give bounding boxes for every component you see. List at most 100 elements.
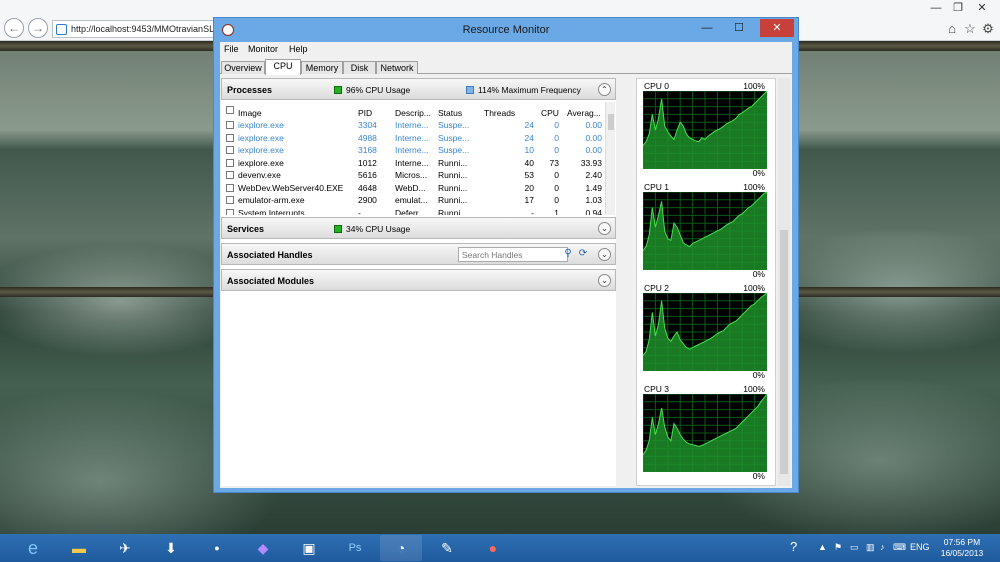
minimize-button[interactable]: — bbox=[692, 19, 722, 37]
amd-app-icon[interactable]: ● bbox=[196, 535, 238, 561]
menu-monitor[interactable]: Monitor bbox=[248, 44, 278, 54]
speaker-icon[interactable]: ♪ bbox=[880, 542, 885, 552]
scrollbar-thumb[interactable] bbox=[780, 230, 788, 474]
column-header-average[interactable]: Averag... bbox=[567, 108, 601, 118]
select-all-checkbox[interactable] bbox=[226, 106, 234, 114]
row-checkbox[interactable] bbox=[226, 208, 234, 215]
expand-chevron-down-icon[interactable]: ⌄ bbox=[598, 248, 611, 261]
home-icon[interactable]: ⌂ bbox=[944, 21, 960, 37]
table-cell: iexplore.exe bbox=[238, 157, 284, 168]
flag-icon[interactable]: ⚑ bbox=[834, 542, 842, 553]
table-row[interactable]: iexplore.exe 1012 Interne... Runni... 40 73 33… bbox=[221, 157, 605, 170]
table-cell: 3168 bbox=[358, 145, 377, 155]
tab-network[interactable]: Network bbox=[376, 61, 418, 74]
collapse-chevron-up-icon[interactable]: ⌃ bbox=[598, 83, 611, 96]
browser-minimize-icon[interactable]: — bbox=[924, 0, 948, 16]
scrollbar-thumb[interactable] bbox=[608, 114, 614, 130]
row-checkbox[interactable] bbox=[226, 146, 234, 154]
display-icon[interactable]: ▭ bbox=[850, 542, 859, 553]
forward-icon[interactable]: → bbox=[28, 18, 48, 38]
keyboard-icon[interactable]: ⌨ bbox=[893, 542, 906, 553]
paint-app-icon[interactable]: ✎ bbox=[426, 535, 468, 561]
refresh-search-icon[interactable]: ⟳ bbox=[576, 247, 590, 261]
table-row[interactable]: WebDev.WebServer40.EXE 4648 WebD... Runni..… bbox=[221, 182, 605, 195]
table-row[interactable]: iexplore.exe 3304 Interne... Suspe... 24 0 0.0… bbox=[221, 119, 605, 132]
menu-file[interactable]: File bbox=[224, 44, 239, 54]
tab-overview[interactable]: Overview bbox=[221, 61, 265, 74]
remote-desktop-icon[interactable]: ▣ bbox=[288, 535, 330, 561]
services-header[interactable]: Services 34% CPU Usage ⌄ bbox=[221, 217, 616, 239]
close-button[interactable]: ✕ bbox=[760, 19, 794, 37]
row-checkbox[interactable] bbox=[226, 158, 234, 167]
column-header-image[interactable]: Image bbox=[238, 108, 262, 118]
network-icon[interactable]: ▥ bbox=[866, 542, 875, 553]
file-explorer-icon[interactable]: ▬ bbox=[58, 535, 100, 561]
table-cell: emulat... bbox=[395, 195, 428, 205]
table-row[interactable]: emulator-arm.exe 2900 emulat... Runni... 17 0… bbox=[221, 194, 605, 207]
expand-chevron-down-icon[interactable]: ⌄ bbox=[598, 274, 611, 287]
column-header-cpu[interactable]: CPU bbox=[541, 108, 559, 118]
favorites-icon[interactable]: ☆ bbox=[962, 21, 978, 37]
address-bar[interactable]: http://localhost:9453/MMOtravianSL bbox=[52, 20, 214, 38]
column-header-status[interactable]: Status bbox=[438, 108, 462, 118]
table-row[interactable]: System Interrupts - Deferr... Runni... - 1 0.9… bbox=[221, 207, 605, 215]
tab-memory[interactable]: Memory bbox=[301, 61, 343, 74]
table-row[interactable]: devenv.exe 5616 Micros... Runni... 53 0 2.40 bbox=[221, 169, 605, 182]
table-cell: Suspe... bbox=[438, 132, 470, 143]
internet-explorer-icon[interactable]: e bbox=[12, 535, 54, 561]
processes-header[interactable]: Processes 96% CPU Usage 114% Maximum Fre… bbox=[221, 78, 616, 100]
row-checkbox[interactable] bbox=[226, 183, 234, 192]
cpu-usage-swatch bbox=[334, 86, 342, 94]
graphs-scrollbar[interactable] bbox=[778, 78, 790, 486]
rocket-app-icon[interactable]: ✈ bbox=[104, 535, 146, 561]
column-header-pid[interactable]: PID bbox=[358, 108, 372, 118]
table-cell: 17 bbox=[524, 195, 534, 205]
modules-header[interactable]: Associated Modules ⌄ bbox=[221, 269, 616, 291]
visual-studio-icon[interactable]: ◆ bbox=[242, 535, 284, 561]
table-cell: Interne... bbox=[395, 132, 429, 143]
tab-disk[interactable]: Disk bbox=[343, 61, 376, 74]
settings-gear-icon[interactable]: ⚙ bbox=[980, 21, 996, 37]
language-indicator[interactable]: ENG bbox=[910, 542, 930, 552]
pdf-app-icon[interactable]: ● bbox=[472, 535, 514, 561]
cpu-usage-graph bbox=[643, 394, 767, 472]
maximize-button[interactable]: ☐ bbox=[724, 19, 754, 37]
column-header-threads[interactable]: Threads bbox=[484, 108, 515, 118]
back-icon[interactable]: ← bbox=[4, 18, 24, 38]
photoshop-icon[interactable]: Ps bbox=[334, 535, 376, 561]
help-icon[interactable]: ? bbox=[790, 539, 797, 554]
cpu-graph-max: 100% bbox=[743, 283, 765, 293]
tab-cpu[interactable]: CPU bbox=[265, 59, 301, 75]
expand-chevron-down-icon[interactable]: ⌄ bbox=[598, 222, 611, 235]
table-cell: Runni... bbox=[438, 182, 468, 193]
handles-header[interactable]: Associated Handles Search Handles ⚲ ⟳ ⌄ bbox=[221, 243, 616, 265]
clock[interactable]: 07:56 PM 16/05/2013 bbox=[930, 537, 994, 559]
clock-date: 16/05/2013 bbox=[940, 548, 984, 558]
services-cpu-usage: 34% CPU Usage bbox=[346, 224, 411, 234]
search-icon[interactable]: ⚲ bbox=[561, 247, 575, 261]
row-checkbox[interactable] bbox=[226, 121, 234, 129]
table-cell: 40 bbox=[524, 157, 534, 168]
column-header-description[interactable]: Descrip... bbox=[395, 108, 431, 118]
cpu-graphs: CPU 0 100% 0% CPU 1 100% 0% CPU 2 100% 0% CPU 3 10… bbox=[636, 78, 776, 486]
table-row[interactable]: iexplore.exe 3168 Interne... Suspe... 10 0 0.0… bbox=[221, 144, 605, 157]
table-cell: Suspe... bbox=[438, 120, 470, 130]
table-row[interactable]: iexplore.exe 4988 Interne... Suspe... 24 0 0.0… bbox=[221, 132, 605, 145]
search-handles-input[interactable]: Search Handles bbox=[458, 247, 568, 262]
browser-close-icon[interactable]: ✕ bbox=[970, 0, 994, 16]
browser-restore-icon[interactable]: ❐ bbox=[946, 0, 970, 16]
resource-monitor-taskbar-icon[interactable]: ◔ bbox=[380, 535, 422, 561]
table-cell: 24 bbox=[524, 132, 534, 143]
cpu-graph-max: 100% bbox=[743, 182, 765, 192]
table-cell: Interne... bbox=[395, 157, 429, 168]
row-checkbox[interactable] bbox=[226, 196, 234, 204]
menu-help[interactable]: Help bbox=[289, 44, 308, 54]
row-checkbox[interactable] bbox=[226, 133, 234, 142]
show-hidden-icons-icon[interactable]: ▲ bbox=[818, 542, 827, 552]
title-bar[interactable]: Resource Monitor — ☐ ✕ bbox=[214, 18, 798, 42]
download-app-icon[interactable]: ⬇ bbox=[150, 535, 192, 561]
table-cell: iexplore.exe bbox=[238, 120, 284, 130]
processes-scrollbar[interactable] bbox=[605, 102, 615, 215]
row-checkbox[interactable] bbox=[226, 171, 234, 179]
details-pane: Processes 96% CPU Usage 114% Maximum Fre… bbox=[221, 78, 616, 486]
